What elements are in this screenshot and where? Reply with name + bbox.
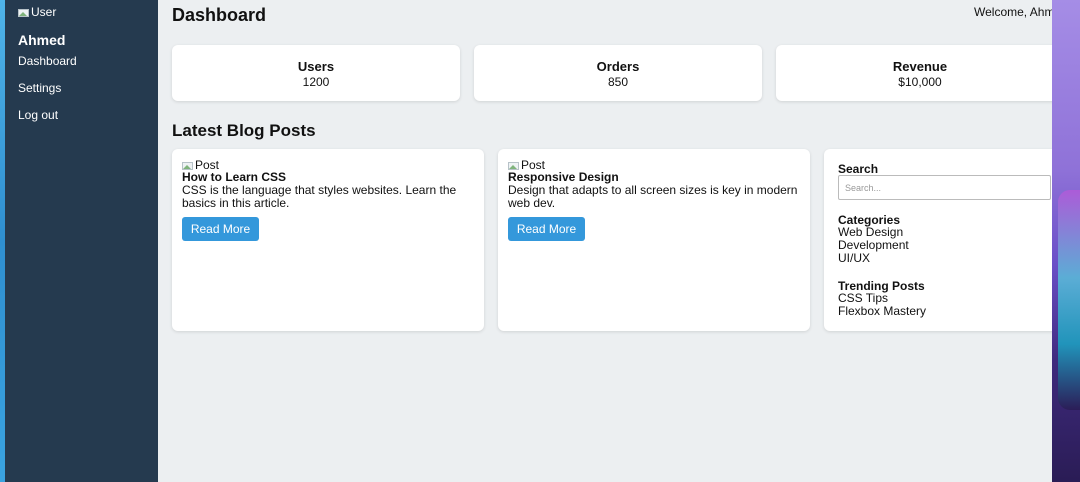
post-title: Responsive Design: [508, 170, 619, 184]
desktop-wallpaper-edge: [1052, 0, 1080, 482]
page-title: Dashboard: [172, 5, 267, 25]
stat-label: Revenue: [892, 59, 948, 74]
blog-post-card: Post How to Learn CSS CSS is the languag…: [172, 149, 484, 331]
blog-sidebar: Search Categories Web Design Development…: [824, 149, 1052, 331]
stat-value: $10,000: [898, 75, 942, 89]
broken-image-icon: [182, 161, 194, 170]
broken-image-icon: [18, 8, 30, 17]
user-avatar: User: [18, 5, 56, 19]
user-name: Ahmed: [18, 32, 66, 48]
trending-item[interactable]: Flexbox Mastery: [838, 305, 926, 318]
sidebar: User Ahmed Dashboard Settings Log out: [5, 0, 158, 482]
stat-label: Orders: [596, 59, 640, 74]
trending-list: CSS Tips Flexbox Mastery: [838, 292, 926, 318]
broken-image-icon: [508, 161, 520, 170]
stat-label: Users: [297, 59, 335, 74]
blog-post-card: Post Responsive Design Design that adapt…: [498, 149, 810, 331]
stat-value: 850: [607, 75, 629, 89]
stat-card-users: Users 1200: [172, 45, 460, 101]
search-heading: Search: [838, 162, 879, 176]
categories-list: Web Design Development UI/UX: [838, 226, 909, 265]
stat-card-orders: Orders 850: [474, 45, 762, 101]
search-input[interactable]: [838, 175, 1051, 200]
sidebar-link-settings[interactable]: Settings: [18, 81, 61, 95]
post-excerpt: Design that adapts to all screen sizes i…: [508, 183, 798, 210]
section-title-blog: Latest Blog Posts: [172, 121, 316, 140]
category-item[interactable]: UI/UX: [838, 252, 909, 265]
welcome-text: Welcome, Ahme: [974, 5, 1052, 19]
post-title: How to Learn CSS: [182, 170, 287, 184]
read-more-button[interactable]: Read More: [508, 217, 585, 241]
main-content: Dashboard Welcome, Ahme Users 1200 Order…: [158, 0, 1052, 482]
sidebar-link-dashboard[interactable]: Dashboard: [18, 54, 77, 68]
sidebar-link-logout[interactable]: Log out: [18, 108, 58, 122]
stat-card-revenue: Revenue $10,000: [776, 45, 1052, 101]
stat-value: 1200: [302, 75, 330, 89]
read-more-button[interactable]: Read More: [182, 217, 259, 241]
post-excerpt: CSS is the language that styles websites…: [182, 183, 457, 210]
user-avatar-alt-text: User: [31, 5, 57, 19]
